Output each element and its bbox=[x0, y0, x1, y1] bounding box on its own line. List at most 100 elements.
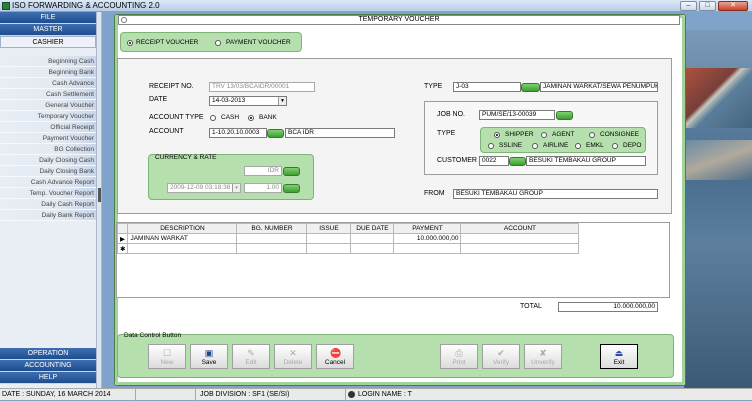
agent-radio[interactable] bbox=[541, 132, 547, 138]
account-lookup-button[interactable] bbox=[267, 129, 284, 138]
grid-cell[interactable] bbox=[236, 243, 308, 254]
sidebar-item-bg-collection[interactable]: BG Collection bbox=[0, 144, 96, 155]
account-code-field[interactable]: 1-10.20.10.0003 bbox=[209, 128, 267, 138]
column-due-date[interactable]: DUE DATE bbox=[350, 223, 395, 234]
delete-icon: ✕ bbox=[289, 348, 297, 358]
rate-lookup-button[interactable] bbox=[283, 184, 300, 193]
sidebar-item-beginning-bank[interactable]: Beginning Bank bbox=[0, 67, 96, 78]
airline-radio[interactable] bbox=[532, 143, 538, 149]
type-name-field[interactable]: JAMINAN WARKAT/SEWA PENUMPUK bbox=[540, 82, 658, 92]
menu-cashier[interactable]: CASHIER bbox=[0, 36, 96, 48]
customer-name-field[interactable]: BESUKI TEMBAKAU GROUP bbox=[526, 156, 646, 166]
payment-voucher-label: PAYMENT VOUCHER bbox=[226, 39, 291, 46]
cancel-icon: ⛔ bbox=[330, 348, 342, 358]
ssline-radio[interactable] bbox=[488, 143, 494, 149]
column-payment[interactable]: PAYMENT bbox=[393, 223, 462, 234]
window-control-icon[interactable] bbox=[121, 17, 127, 23]
grid-cell[interactable] bbox=[236, 233, 308, 244]
depo-radio[interactable] bbox=[612, 143, 618, 149]
receipt-voucher-radio[interactable] bbox=[127, 40, 133, 46]
sidebar-item-official-receipt[interactable]: Official Receipt bbox=[0, 122, 96, 133]
sidebar-item-cash-advance[interactable]: Cash Advance bbox=[0, 78, 96, 89]
voucher-detail-grid: DESCRIPTION BG. NUMBER ISSUE DUE DATE PA… bbox=[116, 222, 670, 298]
cash-radio[interactable] bbox=[210, 115, 216, 121]
consignee-label: CONSIGNEE bbox=[600, 131, 640, 138]
grid-cell[interactable] bbox=[350, 233, 395, 244]
sidebar-item-cash-advance-report[interactable]: Cash Advance Report bbox=[0, 177, 96, 188]
sidebar-item-temporary-voucher[interactable]: Temporary Voucher bbox=[0, 111, 96, 122]
sidebar-item-cash-settlement[interactable]: Cash Settlement bbox=[0, 89, 96, 100]
grid-cell[interactable]: JAMINAN WARKAT bbox=[127, 233, 238, 244]
cancel-button[interactable]: ⛔ Cancel bbox=[316, 344, 354, 369]
column-description[interactable]: DESCRIPTION bbox=[127, 223, 238, 234]
status-login: LOGIN NAME : T bbox=[346, 389, 752, 401]
customer-lookup-button[interactable] bbox=[509, 157, 526, 166]
grid-cell[interactable] bbox=[306, 233, 352, 244]
rate-field[interactable]: 1.00 bbox=[244, 183, 282, 193]
menu-operation[interactable]: OPERATION bbox=[0, 348, 96, 360]
bank-radio[interactable] bbox=[248, 115, 254, 121]
grid-cell[interactable] bbox=[306, 243, 352, 254]
receipt-voucher-label: RECEIPT VOUCHER bbox=[136, 39, 199, 46]
print-button[interactable]: ⎙ Print bbox=[440, 344, 478, 369]
sidebar-item-daily-bank-report[interactable]: Daily Bank Report bbox=[0, 210, 96, 221]
type-lookup-button[interactable] bbox=[521, 83, 540, 92]
currency-field[interactable]: IDR bbox=[244, 166, 282, 176]
new-row[interactable]: ✱ bbox=[116, 243, 580, 254]
title-bar: ISO FORWARDING & ACCOUNTING 2.0 – □ ✕ bbox=[0, 0, 752, 12]
menu-accounting[interactable]: ACCOUNTING bbox=[0, 360, 96, 372]
grid-cell[interactable] bbox=[393, 243, 462, 254]
new-button[interactable]: ☐ New bbox=[148, 344, 186, 369]
job-no-field[interactable]: PUM/SE/13-00039 bbox=[479, 110, 555, 120]
unverify-button[interactable]: ✘ Unverify bbox=[524, 344, 562, 369]
receipt-no-field[interactable]: TRV 13/03/BCAIDR/00001 bbox=[209, 82, 315, 92]
edit-button[interactable]: ✎ Edit bbox=[232, 344, 270, 369]
maximize-button[interactable]: □ bbox=[699, 1, 716, 11]
verify-button[interactable]: ✔ Verify bbox=[482, 344, 520, 369]
menu-help[interactable]: HELP bbox=[0, 372, 96, 384]
column-issue[interactable]: ISSUE bbox=[306, 223, 352, 234]
chevron-down-icon[interactable]: ▼ bbox=[278, 97, 286, 105]
table-row[interactable]: ▶ JAMINAN WARKAT 10.000.000,00 bbox=[116, 233, 580, 244]
exit-door-icon: ⏏ bbox=[614, 348, 624, 358]
sidebar-item-temp-voucher-report[interactable]: Temp. Voucher Report bbox=[0, 188, 96, 199]
type-code-field[interactable]: J-03 bbox=[453, 82, 521, 92]
chevron-down-icon[interactable]: ▾ bbox=[232, 184, 240, 192]
grid-cell[interactable] bbox=[127, 243, 238, 254]
emkl-label: EMKL bbox=[586, 142, 604, 149]
sidebar-item-beginning-cash[interactable]: Beginning Cash bbox=[0, 56, 96, 67]
shipper-radio[interactable] bbox=[494, 132, 500, 138]
close-button[interactable]: ✕ bbox=[718, 1, 748, 11]
customer-code-field[interactable]: 0022 bbox=[479, 156, 509, 166]
consignee-radio[interactable] bbox=[589, 132, 595, 138]
exit-button[interactable]: ⏏ Exit bbox=[600, 344, 638, 369]
minimize-button[interactable]: – bbox=[680, 1, 697, 11]
from-field[interactable]: BESUKI TEMBAKAU GROUP bbox=[453, 189, 658, 199]
rate-date-field[interactable]: 2009-12-09 03:18:38 ▾ bbox=[167, 183, 241, 193]
sidebar-item-daily-cash-report[interactable]: Daily Cash Report bbox=[0, 199, 96, 210]
sidebar-item-daily-closing-cash[interactable]: Daily Closing Cash bbox=[0, 155, 96, 166]
job-lookup-button[interactable] bbox=[556, 111, 573, 120]
customer-label: CUSTOMER bbox=[437, 157, 477, 164]
splitter-grip[interactable] bbox=[98, 188, 101, 202]
sidebar-item-general-voucher[interactable]: General Voucher bbox=[0, 100, 96, 111]
save-button[interactable]: ▣ Save bbox=[190, 344, 228, 369]
menu-file[interactable]: FILE bbox=[0, 12, 96, 24]
currency-lookup-button[interactable] bbox=[283, 167, 300, 176]
sidebar-item-daily-closing-bank[interactable]: Daily Closing Bank bbox=[0, 166, 96, 177]
airline-label: AIRLINE bbox=[543, 142, 569, 149]
column-account[interactable]: ACCOUNT bbox=[460, 223, 580, 234]
date-picker[interactable]: 14-03-2013 ▼ bbox=[209, 96, 287, 106]
grid-cell[interactable] bbox=[460, 233, 580, 244]
emkl-radio[interactable] bbox=[575, 143, 581, 149]
cashier-menu-list: Beginning Cash Beginning Bank Cash Advan… bbox=[0, 56, 96, 221]
delete-button[interactable]: ✕ Delete bbox=[274, 344, 312, 369]
grid-cell[interactable] bbox=[460, 243, 580, 254]
grid-cell[interactable] bbox=[350, 243, 395, 254]
payment-voucher-radio[interactable] bbox=[215, 40, 221, 46]
menu-master[interactable]: MASTER bbox=[0, 24, 96, 36]
column-bg-number[interactable]: BG. NUMBER bbox=[236, 223, 308, 234]
account-name-field[interactable]: BCA IDR bbox=[285, 128, 395, 138]
sidebar-item-payment-voucher[interactable]: Payment Voucher bbox=[0, 133, 96, 144]
grid-cell[interactable]: 10.000.000,00 bbox=[393, 233, 462, 244]
